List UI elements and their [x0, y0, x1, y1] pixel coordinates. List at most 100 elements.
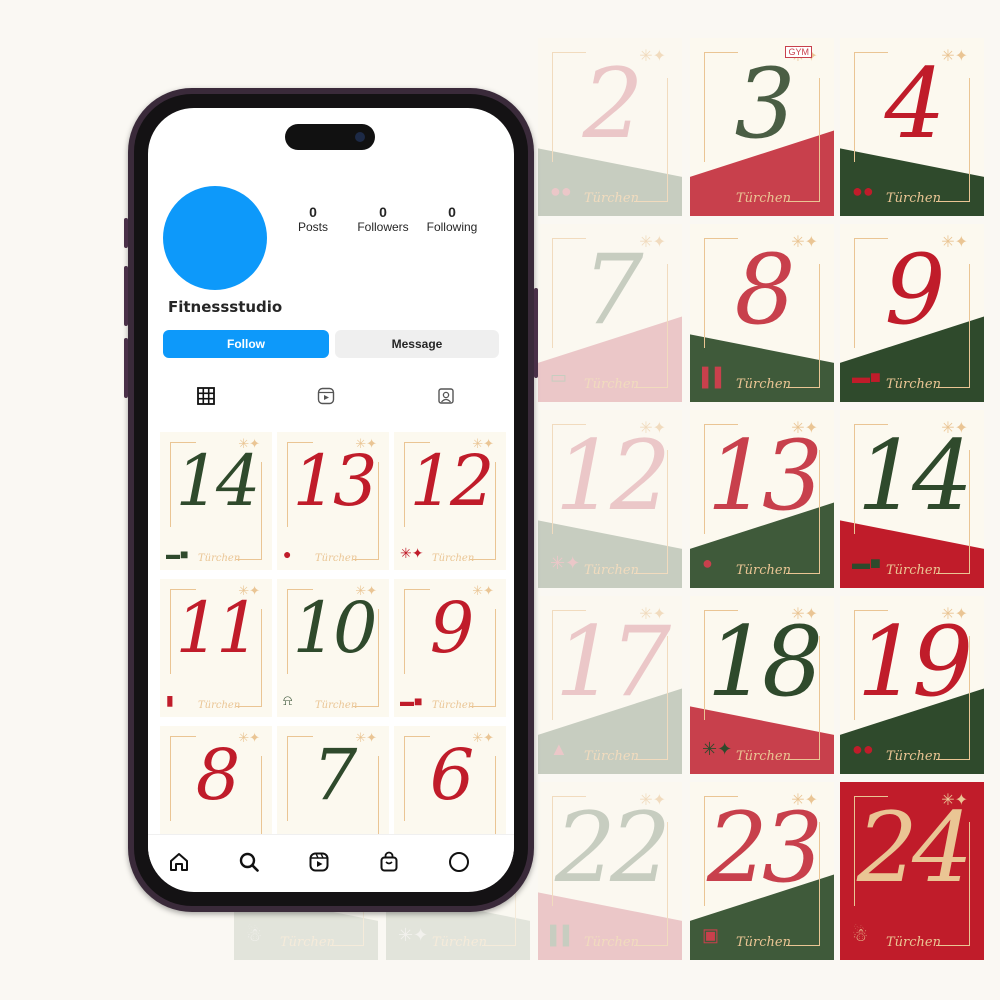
tuerchen-label: Türchen — [584, 563, 639, 578]
follow-button[interactable]: Follow — [163, 330, 329, 358]
shaker-icon: ▮ — [166, 692, 174, 708]
tuerchen-label: Türchen — [584, 377, 639, 392]
day-number: 9 — [429, 587, 475, 669]
stat-label: Followers — [357, 220, 409, 234]
kettlebells-icon: ●● — [852, 181, 874, 201]
day-number: 10 — [292, 587, 377, 669]
stat-value: 0 — [309, 204, 317, 220]
shop-icon[interactable] — [378, 851, 400, 873]
calendar-card: ✳✦ 13 ● Türchen — [690, 410, 834, 588]
post-thumbnail[interactable]: ✳✦ 9 ▬■ Türchen — [394, 579, 506, 717]
tuerchen-label: Türchen — [432, 935, 487, 950]
calendar-card: ✳✦ 18 ✳✦ Türchen — [690, 596, 834, 774]
tuerchen-label: Türchen — [886, 377, 941, 392]
gym-bag-icon: ▭ — [550, 367, 568, 387]
kettlebell-icon: ● — [283, 546, 292, 562]
tuerchen-label: Türchen — [432, 553, 475, 564]
sparkles-icon: ✳✦ — [702, 739, 733, 759]
home-icon[interactable] — [168, 851, 190, 873]
post-thumbnail[interactable]: ✳✦ 10 ⍾ Türchen — [277, 579, 389, 717]
tuerchen-label: Türchen — [886, 563, 941, 578]
tuerchen-label: Türchen — [198, 700, 241, 711]
post-thumbnail[interactable]: ✳✦ 12 ✳✦ Türchen — [394, 432, 506, 570]
day-number: 14 — [856, 420, 973, 532]
calendar-card: ✳✦ 2 ●● Türchen — [538, 38, 682, 216]
day-number: 22 — [554, 792, 671, 904]
ornaments-icon: ●● — [550, 181, 572, 201]
day-number: 24 — [856, 792, 973, 904]
bottom-navigation — [148, 834, 514, 890]
day-number: 6 — [429, 734, 475, 816]
calendar-card: ✳✦ 22 ▌▌ Türchen — [538, 782, 682, 960]
grid-icon[interactable] — [196, 386, 216, 406]
tuerchen-label: Türchen — [736, 935, 791, 950]
stat-followers[interactable]: 0 Followers — [348, 204, 418, 234]
camera-icon — [355, 132, 365, 142]
tuerchen-label: Türchen — [315, 700, 358, 711]
tuerchen-label: Türchen — [886, 749, 941, 764]
calendar-card: ✳✦ 7 ▭ Türchen — [538, 224, 682, 402]
ornaments-icon: ●● — [852, 739, 874, 759]
sparkles-icon: ✳✦ — [398, 925, 429, 945]
tuerchen-label: Türchen — [736, 191, 791, 206]
day-number: 3 — [734, 48, 795, 160]
day-number: 13 — [292, 440, 377, 522]
calendar-card: ✳✦3GYMTürchen — [690, 38, 834, 216]
tuerchen-label: Türchen — [432, 700, 475, 711]
stat-label: Following — [426, 220, 478, 234]
avatar[interactable] — [163, 186, 267, 290]
day-number: 8 — [195, 734, 241, 816]
day-number: 12 — [554, 420, 671, 532]
post-thumbnail[interactable]: ✳✦ 11 ▮ Türchen — [160, 579, 272, 717]
calendar-card: ✳✦ 4 ●● Türchen — [840, 38, 984, 216]
tagged-icon[interactable] — [436, 386, 456, 406]
dumbbells-icon: ▬■ — [400, 693, 423, 709]
search-icon[interactable] — [238, 851, 260, 873]
reels-tab-icon[interactable] — [316, 386, 336, 406]
post-thumbnail[interactable]: ✳✦ 14 ▬■ Türchen — [160, 432, 272, 570]
sparkles-icon: ✳✦ — [400, 545, 424, 561]
volume-down-button — [124, 338, 128, 398]
calendar-card: ✳✦ 14 ▬■ Türchen — [840, 410, 984, 588]
post-thumbnail[interactable]: ✳✦ 13 ● Türchen — [277, 432, 389, 570]
power-button — [534, 288, 538, 378]
profile-username: Fitnessstudio — [168, 298, 283, 316]
day-number: 13 — [706, 420, 823, 532]
phone-mockup: 0 Posts 0 Followers 0 Following Fitnesss… — [124, 88, 538, 912]
candles-icon: ▌▌ — [550, 925, 576, 945]
day-number: 23 — [706, 792, 823, 904]
profile-icon[interactable] — [448, 851, 470, 873]
calendar-card: ✳✦ 12 ✳✦ Türchen — [538, 410, 682, 588]
tuerchen-label: Türchen — [584, 749, 639, 764]
tuerchen-label: Türchen — [584, 191, 639, 206]
santa-icon: ☃ — [852, 925, 869, 945]
instagram-profile-screen: 0 Posts 0 Followers 0 Following Fitnesss… — [148, 108, 514, 892]
stat-posts[interactable]: 0 Posts — [288, 204, 338, 234]
day-number: 4 — [884, 48, 945, 160]
tuerchen-label: Türchen — [886, 191, 941, 206]
mute-switch — [124, 218, 128, 248]
day-number: 19 — [856, 606, 973, 718]
kettlebell-icon: ● — [702, 553, 713, 573]
dumbbells-icon: ▬■ — [852, 553, 881, 573]
stat-following[interactable]: 0 Following — [416, 204, 488, 234]
day-number: 18 — [706, 606, 823, 718]
day-number: 7 — [312, 734, 358, 816]
tuerchen-label: Türchen — [736, 563, 791, 578]
tuerchen-label: Türchen — [315, 553, 358, 564]
message-button[interactable]: Message — [335, 330, 499, 358]
calendar-card: ✳✦ 9 ▬■ Türchen — [840, 224, 984, 402]
tuerchen-label: Türchen — [584, 935, 639, 950]
gym-sign-icon: GYM — [785, 46, 812, 58]
candles-icon: ▌▌ — [702, 367, 728, 387]
reels-icon[interactable] — [308, 851, 330, 873]
dumbbells-icon: ▬■ — [852, 367, 881, 387]
calendar-card: ✳✦ 8 ▌▌ Türchen — [690, 224, 834, 402]
calendar-card: ✳✦ 19 ●● Türchen — [840, 596, 984, 774]
day-number: 17 — [554, 606, 671, 718]
tuerchen-label: Türchen — [736, 749, 791, 764]
tuerchen-label: Türchen — [886, 935, 941, 950]
day-number: 8 — [734, 234, 795, 346]
day-number: 12 — [409, 440, 494, 522]
sparkles-icon: ✳✦ — [550, 553, 581, 573]
